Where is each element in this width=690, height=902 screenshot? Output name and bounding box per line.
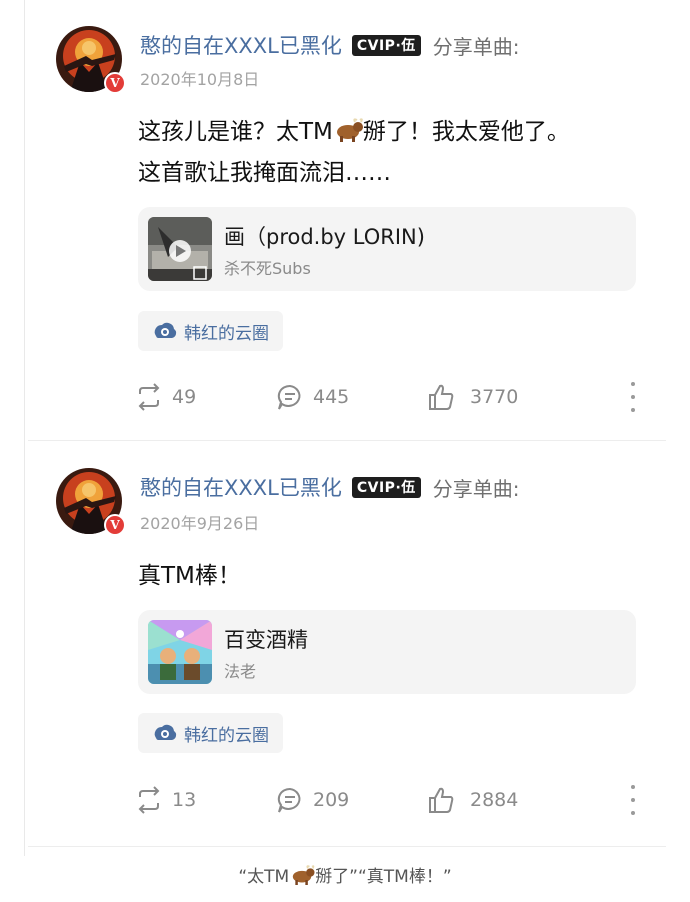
comment-icon [277, 384, 301, 410]
image-caption: “太TM 掰了”“真TM棒！” [0, 862, 690, 890]
cloud-circle-icon [154, 322, 177, 338]
repost-icon [138, 383, 160, 411]
comment-count: 209 [313, 789, 350, 811]
repost-button[interactable]: 49 [134, 380, 196, 414]
post-text: 真TM棒！ [138, 557, 658, 595]
song-cover [148, 217, 212, 281]
post-text-part: 这孩儿是谁？太TM [138, 119, 333, 145]
song-artist: 杀不死Subs [224, 259, 311, 278]
share-label: 分享单曲: [432, 34, 520, 59]
song-title: 画（prod.by LORIN) [224, 225, 425, 249]
song-cover [148, 620, 212, 684]
avatar[interactable]: V [56, 26, 126, 94]
song-card[interactable]: 百变酒精 法老 [138, 610, 636, 694]
action-bar: 49 445 3770 [130, 380, 640, 414]
circle-tag[interactable]: 韩红的云圈 [138, 713, 283, 753]
song-title: 百变酒精 [224, 628, 308, 652]
song-card[interactable]: 画（prod.by LORIN) 杀不死Subs [138, 207, 636, 291]
verified-badge: V [104, 514, 126, 536]
like-button[interactable]: 3770 [426, 380, 518, 414]
more-icon[interactable] [626, 382, 640, 412]
circle-label: 韩红的云圈 [184, 725, 269, 746]
post-text-line: 这首歌让我掩面流泪…… [138, 160, 391, 186]
like-icon [429, 384, 454, 410]
vip-badge: CVIP·伍 [351, 34, 421, 56]
more-icon[interactable] [626, 785, 640, 815]
song-artist: 法老 [224, 662, 257, 681]
repost-icon [138, 786, 160, 814]
circle-tag[interactable]: 韩红的云圈 [138, 311, 283, 351]
caption-part: 掰了”“真TM棒！” [315, 867, 452, 887]
post-card: V 憨的自在XXXL已黑化 CVIP·伍 分享单曲: 2020年10月8日 这孩… [0, 0, 690, 440]
cloud-circle-icon [154, 724, 177, 740]
share-label: 分享单曲: [432, 476, 520, 501]
post-date: 2020年10月8日 [140, 70, 260, 89]
avatar[interactable]: V [56, 468, 126, 536]
repost-count: 13 [172, 789, 197, 811]
verified-badge: V [104, 72, 126, 94]
caption-part: “太TM [238, 867, 290, 887]
comment-button[interactable]: 209 [275, 783, 349, 817]
username-link[interactable]: 憨的自在XXXL已黑化 [140, 472, 342, 502]
repost-button[interactable]: 13 [134, 783, 196, 817]
like-button[interactable]: 2884 [426, 783, 518, 817]
post-card: V 憨的自在XXXL已黑化 CVIP·伍 分享单曲: 2020年9月26日 真T… [0, 440, 690, 856]
like-icon [429, 787, 454, 813]
post-date: 2020年9月26日 [140, 514, 260, 533]
user-line: 憨的自在XXXL已黑化 CVIP·伍 分享单曲: [140, 30, 520, 60]
username-link[interactable]: 憨的自在XXXL已黑化 [140, 30, 342, 60]
comment-icon [277, 787, 301, 813]
like-count: 3770 [470, 386, 519, 408]
user-line: 憨的自在XXXL已黑化 CVIP·伍 分享单曲: [140, 472, 520, 502]
ox-emoji-icon [289, 865, 315, 890]
post-text-line: 真TM棒！ [138, 563, 241, 589]
post-text: 这孩儿是谁？太TM 掰了！我太爱他了。 这首歌让我掩面流泪…… [138, 113, 658, 192]
like-count: 2884 [470, 789, 519, 811]
repost-count: 49 [172, 386, 197, 408]
circle-label: 韩红的云圈 [184, 323, 269, 344]
comment-count: 445 [313, 386, 350, 408]
post-divider [28, 846, 666, 847]
post-text-part: 掰了！我太爱他了。 [362, 119, 570, 145]
vip-badge: CVIP·伍 [351, 476, 421, 498]
ox-emoji-icon [333, 116, 363, 154]
comment-button[interactable]: 445 [275, 380, 349, 414]
action-bar: 13 209 2884 [130, 783, 640, 817]
